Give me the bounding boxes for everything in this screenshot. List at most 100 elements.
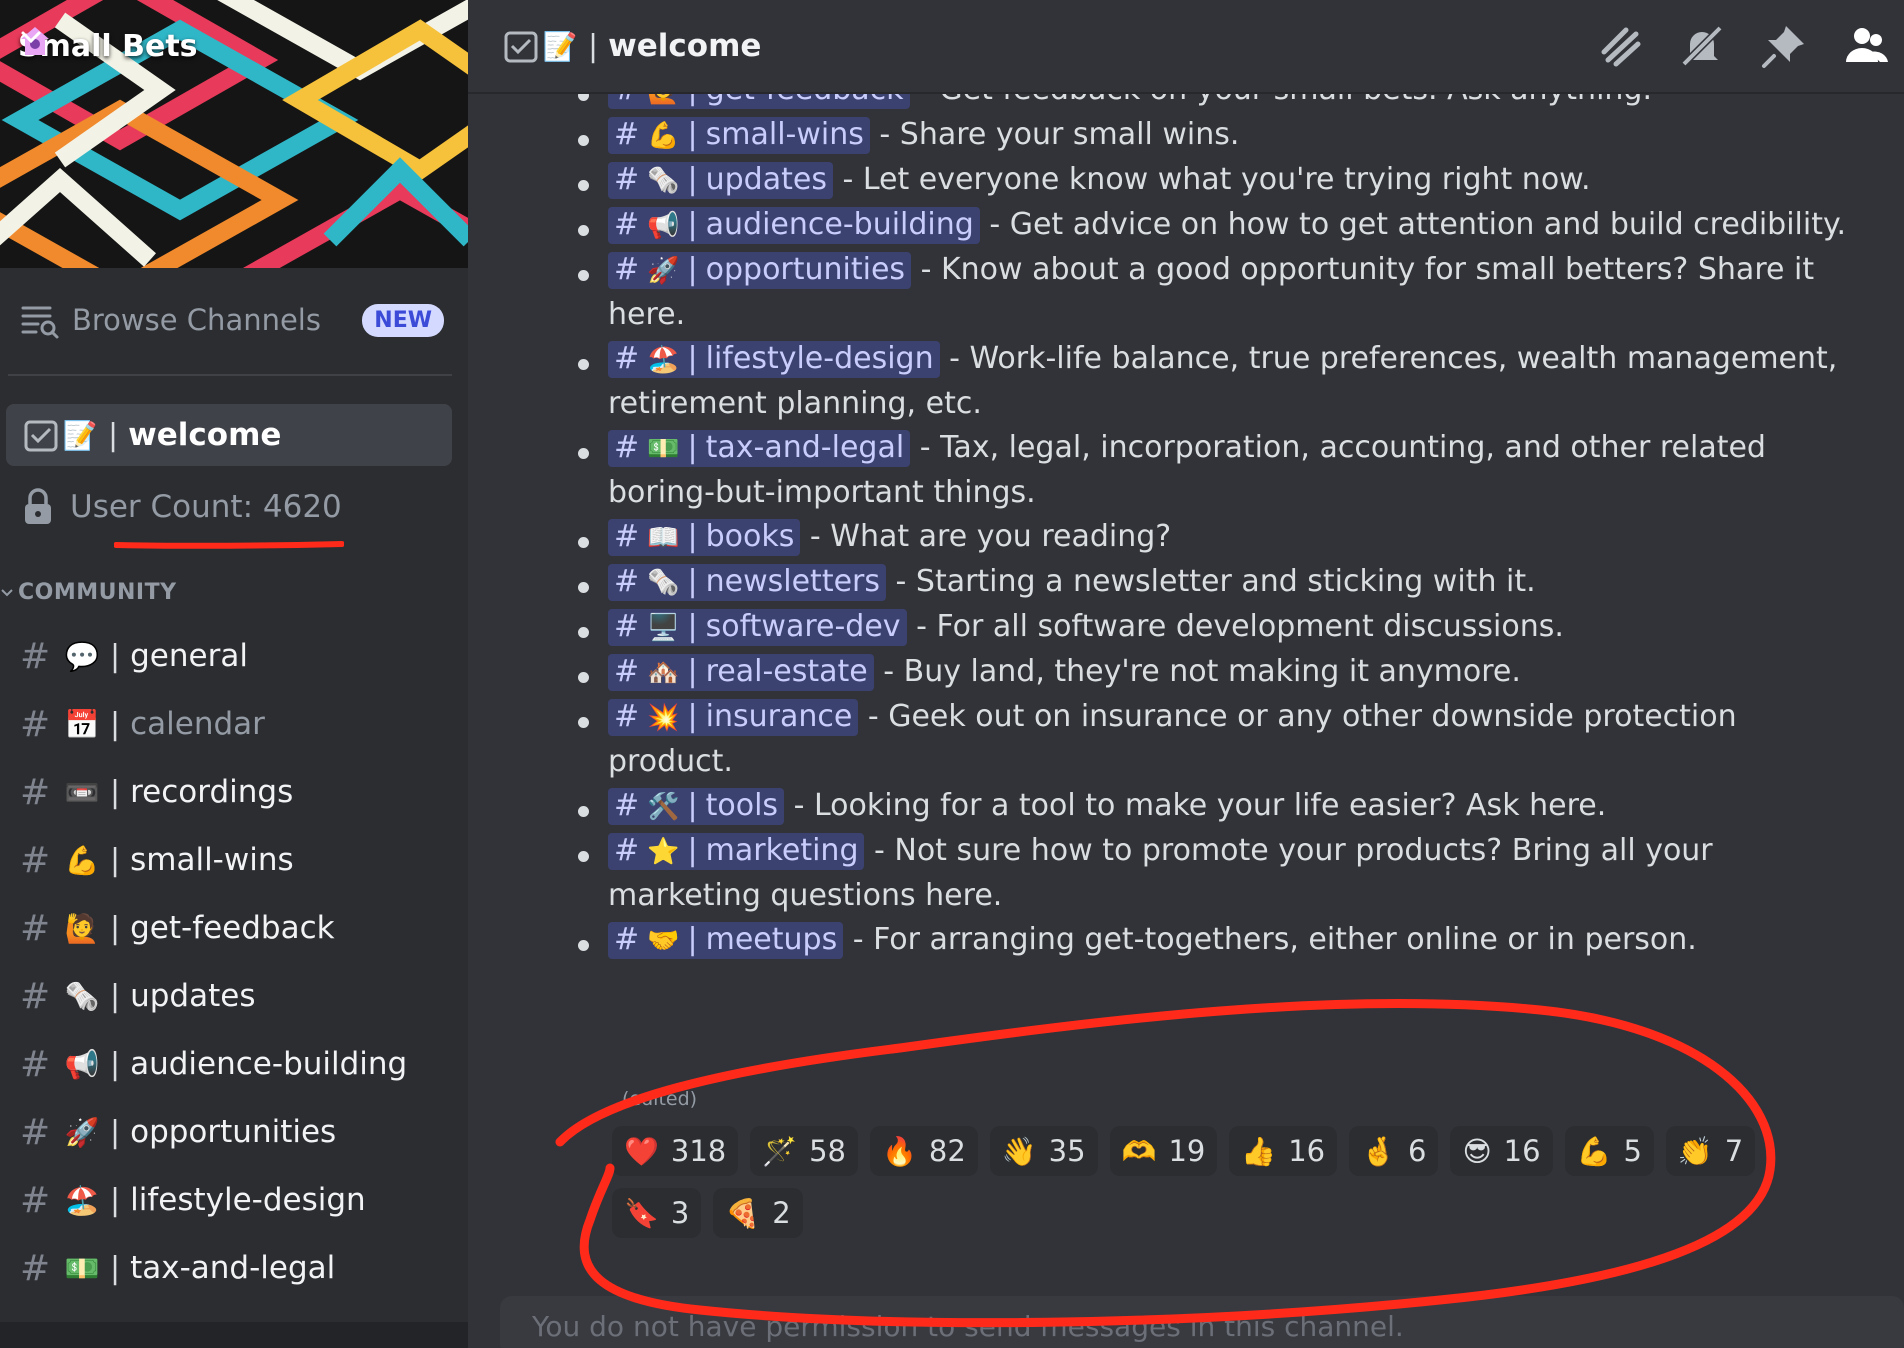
reaction-muscle[interactable]: 💪 5 xyxy=(1564,1126,1654,1176)
channel-list: # 💬 | general # 📅 | calendar # 📼 | recor… xyxy=(20,622,460,1302)
channel-name: recordings xyxy=(130,774,294,810)
channel-separator: | xyxy=(110,842,121,878)
channel-name: welcome xyxy=(128,417,282,453)
reaction-crossed-fingers[interactable]: 🤞 6 xyxy=(1349,1126,1439,1176)
pizza-icon: 🍕 xyxy=(725,1196,761,1230)
channel-mention[interactable]: # 💪 | small-wins xyxy=(608,117,870,154)
channel-emoji: 💬 xyxy=(64,639,100,673)
chevron-down-icon xyxy=(1,588,13,596)
channel-separator: | xyxy=(110,1250,121,1286)
threads-icon[interactable] xyxy=(1596,22,1644,70)
new-badge: NEW xyxy=(362,303,444,337)
channel-mention[interactable]: # 🛠️ | tools xyxy=(608,788,785,825)
hash-icon: # xyxy=(20,703,51,745)
channel-emoji: 🗞️ xyxy=(64,979,100,1013)
channel-emoji: 📢 xyxy=(64,1047,100,1081)
bell-muted-icon[interactable] xyxy=(1678,22,1726,70)
channel-directory-list: #🙋|get-feedback - Get feedback on your s… xyxy=(578,94,1858,963)
sidebar-item-audience-building[interactable]: # 📢 | audience-building xyxy=(20,1030,460,1098)
sidebar-item-get-feedback[interactable]: # 🙋 | get-feedback xyxy=(20,894,460,962)
sidebar-item-general[interactable]: # 💬 | general xyxy=(20,622,460,690)
channel-separator: | xyxy=(588,28,599,64)
channel-separator: | xyxy=(110,638,121,674)
reaction-fire[interactable]: 🔥 82 xyxy=(870,1126,978,1176)
channel-mention[interactable]: # 🖥️ | software-dev xyxy=(608,609,907,646)
category-community[interactable]: COMMUNITY xyxy=(0,580,177,605)
reaction-wave[interactable]: 👋 35 xyxy=(989,1126,1098,1176)
list-item: # 🤝 | meetups - For arranging get-togethers… xyxy=(578,918,1858,963)
channel-mention[interactable]: # 💥 | insurance xyxy=(608,699,859,736)
member-list-icon[interactable] xyxy=(1842,22,1890,70)
sidebar-item-welcome[interactable]: 📝 | welcome xyxy=(6,404,452,466)
reaction-heart-hands[interactable]: 🫶 19 xyxy=(1109,1126,1218,1176)
list-item: # 🚀 | opportunities - Know about a good opp… xyxy=(578,248,1858,337)
channel-mention[interactable]: # 📖 | books xyxy=(608,519,801,556)
channel-name: tax-and-legal xyxy=(130,1250,336,1286)
crossed-fingers-icon: 🤞 xyxy=(1361,1134,1397,1168)
wave-icon: 👋 xyxy=(1001,1134,1037,1168)
channel-separator: | xyxy=(110,774,121,810)
channel-emoji: 💪 xyxy=(64,843,100,877)
list-item: # 💥 | insurance - Geek out on insurance or … xyxy=(578,695,1858,784)
list-item: # 🛠️ | tools - Looking for a tool to make y… xyxy=(578,784,1858,829)
channel-mention[interactable]: #🙋|get-feedback xyxy=(608,94,910,109)
sidebar-item-tax-and-legal[interactable]: # 💵 | tax-and-legal xyxy=(20,1234,460,1302)
reaction-pizza[interactable]: 🍕 2 xyxy=(713,1188,803,1238)
channel-name: small-wins xyxy=(130,842,294,878)
list-item: #🙋|get-feedback - Get feedback on your s… xyxy=(578,94,1858,113)
lock-icon xyxy=(25,488,51,524)
sidebar-item-updates[interactable]: # 🗞️ | updates xyxy=(20,962,460,1030)
reaction-clap[interactable]: 👏 7 xyxy=(1665,1126,1756,1176)
channel-separator: | xyxy=(110,706,121,742)
annotation-underline xyxy=(114,541,344,549)
user-count: User Count: 4620 xyxy=(22,482,342,532)
channel-name: updates xyxy=(130,978,256,1014)
edited-label: (edited) xyxy=(622,1088,698,1110)
sidebar-item-small-wins[interactable]: # 💪 | small-wins xyxy=(20,826,460,894)
channel-emoji: 🙋 xyxy=(64,911,100,945)
hash-icon: # xyxy=(20,635,51,677)
channel-mention[interactable]: # 🚀 | opportunities xyxy=(608,252,912,289)
composer-placeholder: You do not have permission to send messa… xyxy=(532,1310,1404,1343)
muscle-icon: 💪 xyxy=(1576,1134,1612,1168)
channel-mention[interactable]: # 💵 | tax-and-legal xyxy=(608,430,911,467)
channel-name: audience-building xyxy=(130,1046,408,1082)
reaction-bookmark[interactable]: 🔖 3 xyxy=(612,1188,702,1238)
channel-name: calendar xyxy=(130,706,265,742)
hash-icon: # xyxy=(20,907,51,949)
hash-icon: # xyxy=(20,975,51,1017)
channel-mention[interactable]: # 📢 | audience-building xyxy=(608,207,980,244)
sunglasses-icon: 😎 xyxy=(1462,1134,1492,1168)
sidebar-item-opportunities[interactable]: # 🚀 | opportunities xyxy=(20,1098,460,1166)
hash-icon: # xyxy=(20,839,51,881)
channel-mention[interactable]: # 🤝 | meetups xyxy=(608,922,844,959)
list-item: # 💵 | tax-and-legal - Tax, legal, incorpora… xyxy=(578,426,1858,515)
reaction-cool[interactable]: 😎 16 xyxy=(1450,1126,1553,1176)
channel-mention[interactable]: # 🗞️ | newsletters xyxy=(608,564,886,601)
list-item: # ⭐ | marketing - Not sure how to promote y… xyxy=(578,829,1858,918)
hash-icon: # xyxy=(20,1179,51,1221)
server-header[interactable]: Small Bets xyxy=(18,24,198,68)
reaction-thumbs-up[interactable]: 👍 16 xyxy=(1229,1126,1338,1176)
channel-mention[interactable]: # 🏘️ | real-estate xyxy=(608,654,874,691)
thumbs-up-icon: 👍 xyxy=(1241,1134,1277,1168)
list-item: # 🏘️ | real-estate - Buy land, they're not … xyxy=(578,650,1858,695)
channel-emoji: 📼 xyxy=(64,775,100,809)
sidebar-item-calendar[interactable]: # 📅 | calendar xyxy=(20,690,460,758)
channel-separator: | xyxy=(110,1114,121,1150)
channel-mention[interactable]: # 🏖️ | lifestyle-design xyxy=(608,341,940,378)
channel-separator: | xyxy=(110,978,121,1014)
reaction-heart[interactable]: ❤️ 318 xyxy=(612,1126,739,1176)
channel-mention[interactable]: # 🗞️ | updates xyxy=(608,162,833,199)
browse-channels[interactable]: Browse Channels NEW xyxy=(20,296,444,344)
channel-header: 📝 | welcome xyxy=(468,0,1904,94)
pin-icon[interactable] xyxy=(1760,22,1808,70)
chevron-down-icon[interactable] xyxy=(18,24,44,50)
sidebar-item-recordings[interactable]: # 📼 | recordings xyxy=(20,758,460,826)
channel-emoji: 📅 xyxy=(64,707,100,741)
fire-icon: 🔥 xyxy=(882,1134,917,1168)
browse-channels-label: Browse Channels xyxy=(72,303,321,337)
sidebar-item-lifestyle-design[interactable]: # 🏖️ | lifestyle-design xyxy=(20,1166,460,1234)
reaction-magic-wand[interactable]: 🪄 58 xyxy=(750,1126,859,1176)
channel-mention[interactable]: # ⭐ | marketing xyxy=(608,833,865,870)
